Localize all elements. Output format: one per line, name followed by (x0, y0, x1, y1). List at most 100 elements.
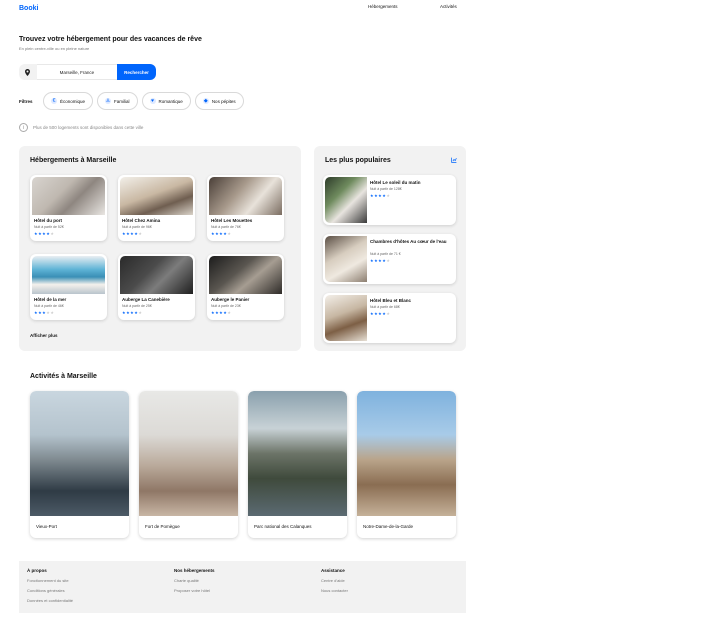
hotel-name: Hôtel Chez Amina (122, 218, 161, 223)
filters: Filtres € Économique ♙ Familial ♥ Romantiqu… (19, 92, 248, 110)
rating-stars: ★★★★★ (122, 231, 143, 236)
hotel-price: Nuit à partir de 46€ (34, 304, 64, 308)
info-line: i Plus de 500 logements sont disponibles… (19, 123, 143, 132)
search-bar: Marseille, France Rechercher (19, 64, 156, 80)
hotel-price: Nuit à partir de 76€ (211, 225, 241, 229)
top-nav: Hébergements Activités (360, 4, 470, 12)
child-icon: ♙ (105, 98, 112, 104)
filter-economique[interactable]: € Économique (43, 92, 94, 110)
activity-card[interactable]: Vieux-Port (30, 391, 129, 538)
hotel-price: Nuit à partir de 23€ (211, 304, 241, 308)
hotel-image (209, 177, 282, 215)
footer-heading: Nos hébergements (174, 568, 215, 573)
activity-name: Notre-Dame-de-la-Garde (363, 524, 414, 529)
footer: À propos Fonctionnement du site Conditio… (19, 561, 466, 613)
activity-image (30, 391, 129, 516)
hero-subtitle: En plein centre-ville ou en pleine natur… (19, 46, 90, 51)
info-text: Plus de 500 logements sont disponibles d… (33, 125, 144, 130)
popular-card[interactable]: Hôtel Le soleil du matin Nuit à partir d… (323, 175, 456, 225)
heart-icon: ♥ (149, 98, 156, 104)
hotel-image (120, 256, 193, 294)
hotel-card[interactable]: Hôtel de la mer Nuit à partir de 46€ ★★★… (30, 254, 107, 320)
filter-romantique[interactable]: ♥ Romantique (141, 92, 191, 110)
footer-col-apropos: À propos Fonctionnement du site Conditio… (27, 568, 73, 608)
search-input[interactable]: Marseille, France (36, 64, 118, 80)
popular-price: Nuit à partir de 128€ (370, 187, 402, 191)
rating-stars: ★★★★★ (370, 193, 391, 198)
hero-title: Trouvez votre hébergement pour des vacan… (19, 36, 202, 43)
footer-link[interactable]: Charte qualité (174, 578, 215, 583)
filter-familial[interactable]: ♙ Familial (97, 92, 138, 110)
activity-name: Vieux-Port (36, 524, 57, 529)
footer-link[interactable]: Centre d'aide (321, 578, 348, 583)
activity-name: Parc national des Calanques (254, 524, 312, 529)
filter-pepites[interactable]: ◆ Nos pépites (194, 92, 244, 110)
populaires-title: Les plus populaires (325, 157, 391, 164)
popular-price: Nuit à partir de 68€ (370, 305, 400, 309)
hotel-name: Hôtel de la mer (34, 297, 67, 302)
hotel-name: Hôtel du port (34, 218, 62, 223)
hotel-card[interactable]: Hôtel Les Mouettes Nuit à partir de 76€ … (207, 175, 284, 241)
popular-card[interactable]: Hôtel Bleu et Blanc Nuit à partir de 68€… (323, 293, 456, 343)
filter-label: Nos pépites (211, 98, 236, 104)
activity-image (248, 391, 347, 516)
logo[interactable]: Booki (19, 5, 38, 12)
activity-image (357, 391, 456, 516)
hotel-card[interactable]: Hôtel du port Nuit à partir de 52€ ★★★★★ (30, 175, 107, 241)
search-button[interactable]: Rechercher (117, 64, 156, 80)
footer-link[interactable]: Nous contacter (321, 588, 348, 593)
popular-image (325, 236, 367, 282)
activity-card[interactable]: Parc national des Calanques (248, 391, 347, 538)
nav-activites[interactable]: Activités (440, 4, 457, 9)
filter-label: Familial (114, 98, 130, 104)
location-pin-icon (19, 64, 37, 80)
footer-col-hebergements: Nos hébergements Charte qualité Proposer… (174, 568, 215, 598)
footer-link[interactable]: Données et confidentialité (27, 598, 73, 603)
hotel-image (32, 177, 105, 215)
gem-icon: ◆ (202, 98, 209, 104)
activity-card[interactable]: Notre-Dame-de-la-Garde (357, 391, 456, 538)
popular-price: Nuit à partir de 71 € (370, 252, 401, 256)
nav-hebergements[interactable]: Hébergements (368, 4, 398, 9)
popular-name: Hôtel Le soleil du matin (370, 180, 421, 185)
popular-card[interactable]: Chambres d'hôtes Au cœur de l'eau Nuit à… (323, 234, 456, 284)
money-icon: € (51, 98, 57, 104)
rating-stars: ★★★★★ (122, 310, 143, 315)
filter-label: Économique (60, 98, 86, 104)
info-icon: i (19, 123, 28, 132)
activity-name: Fort de Pomègue (145, 524, 180, 529)
hotel-card[interactable]: Hôtel Chez Amina Nuit à partir de 96€ ★★… (118, 175, 195, 241)
rating-stars: ★★★★★ (370, 311, 391, 316)
popular-image (325, 177, 367, 223)
footer-col-assistance: Assistance Centre d'aide Nous contacter (321, 568, 348, 598)
popular-image (325, 295, 367, 341)
hotel-image (120, 177, 193, 215)
activity-image (139, 391, 238, 516)
hotel-price: Nuit à partir de 52€ (34, 225, 64, 229)
rating-stars: ★★★★★ (211, 310, 232, 315)
hebergements-title: Hébergements à Marseille (30, 157, 117, 164)
footer-heading: Assistance (321, 568, 345, 573)
hotel-price: Nuit à partir de 25€ (122, 304, 152, 308)
footer-link[interactable]: Proposer votre hôtel (174, 588, 215, 593)
hotel-name: Auberge le Panier (211, 297, 250, 302)
hotel-card[interactable]: Auberge La Canebière Nuit à partir de 25… (118, 254, 195, 320)
show-more-link[interactable]: Afficher plus (30, 333, 58, 338)
filter-label: Romantique (158, 98, 183, 104)
popular-name: Chambres d'hôtes Au cœur de l'eau (370, 239, 447, 244)
hotel-name: Auberge La Canebière (122, 297, 170, 302)
footer-heading: À propos (27, 568, 47, 573)
rating-stars: ★★★★★ (370, 258, 391, 263)
popular-name: Hôtel Bleu et Blanc (370, 298, 412, 303)
filters-label: Filtres (19, 98, 33, 104)
chart-icon (451, 157, 457, 165)
footer-link[interactable]: Conditions générales (27, 588, 73, 593)
hotel-name: Hôtel Les Mouettes (211, 218, 253, 223)
hotel-image (32, 256, 105, 294)
hotel-card[interactable]: Auberge le Panier Nuit à partir de 23€ ★… (207, 254, 284, 320)
activity-card[interactable]: Fort de Pomègue (139, 391, 238, 538)
footer-link[interactable]: Fonctionnement du site (27, 578, 73, 583)
activites-title: Activités à Marseille (30, 373, 97, 380)
rating-stars: ★★★★★ (34, 310, 55, 315)
hotel-price: Nuit à partir de 96€ (122, 225, 152, 229)
